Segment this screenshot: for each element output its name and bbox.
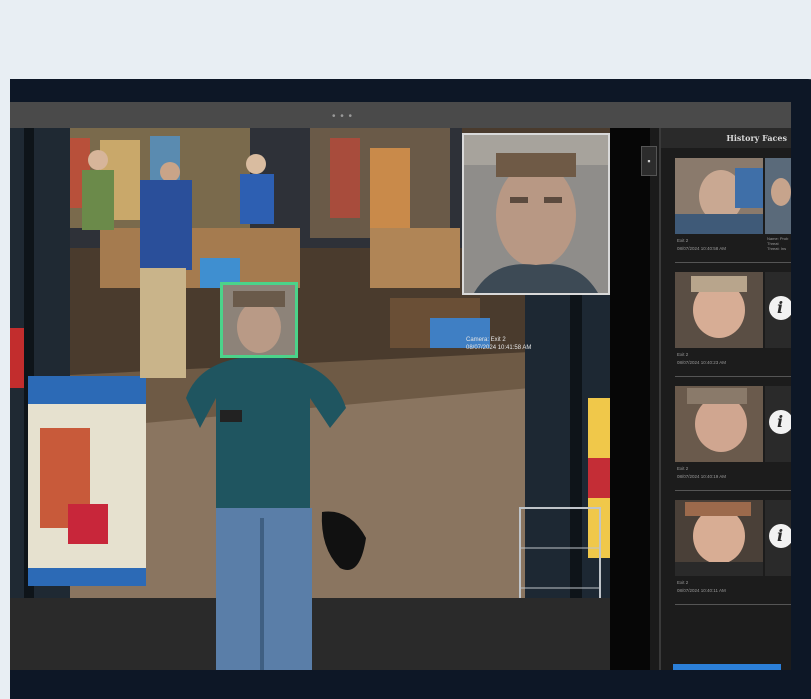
face-thumbnail — [675, 386, 763, 462]
camera-info-label: Camera: Exit 2 08/07/2024 10:41:58 AM — [466, 336, 531, 352]
face-thumbnail — [675, 272, 763, 348]
card-time: 08/07/2024 10:40:11 AM — [677, 588, 726, 593]
drag-handle-icon[interactable]: • • • — [332, 111, 353, 122]
panel-title: History Faces — [661, 128, 791, 148]
save-snapshot-button[interactable]: ▪ — [641, 146, 657, 176]
history-faces-panel: History Faces Name: Prob Threat Threat: … — [659, 128, 791, 670]
camera-video-feed[interactable]: Camera: Exit 2 08/07/2024 10:41:58 AM — [10, 128, 650, 670]
face-thumbnail — [675, 158, 763, 234]
card-divider — [675, 490, 791, 491]
detected-face-image — [223, 285, 295, 355]
matched-face-thumbnail — [765, 158, 791, 234]
card-time: 08/07/2024 10:40:58 AM — [677, 246, 727, 251]
card-camera: Exit 2 — [677, 238, 689, 243]
surveillance-app-screen: • • • Camera: Exit 2 08/07/2024 10:41:58… — [10, 102, 791, 670]
card-camera: Exit 2 — [677, 352, 689, 357]
logo-panel: i — [765, 272, 791, 348]
video-side-gap — [610, 128, 650, 670]
face-thumbnail — [675, 500, 763, 576]
history-face-card[interactable]: i Exit 2 08/07/2024 10:40:19 AM — [675, 386, 791, 494]
info-logo-icon: i — [769, 524, 791, 548]
face-detection-box[interactable] — [220, 282, 298, 358]
window-top-bar: • • • — [10, 102, 791, 128]
info-logo-icon: i — [769, 296, 791, 320]
history-face-card[interactable]: Name: Prob Threat Threat: Ins Exit 2 08/… — [675, 158, 791, 266]
panel-action-bar[interactable] — [673, 664, 781, 670]
card-divider — [675, 262, 791, 263]
camera-name: Camera: Exit 2 — [466, 337, 506, 343]
card-time: 08/07/2024 10:40:23 AM — [677, 360, 727, 365]
logo-panel: i — [765, 500, 791, 576]
save-icon: ▪ — [647, 156, 651, 166]
history-face-card[interactable]: i Exit 2 08/07/2024 10:40:23 AM — [675, 272, 791, 380]
card-camera: Exit 2 — [677, 580, 689, 585]
logo-panel: i — [765, 386, 791, 462]
history-face-card[interactable]: i Exit 2 08/07/2024 10:40:11 AM — [675, 500, 791, 608]
zoomed-face-image — [464, 135, 608, 293]
match-meta-text: Name: Prob Threat Threat: Ins — [767, 236, 789, 251]
card-camera: Exit 2 — [677, 466, 689, 471]
card-time: 08/07/2024 10:40:19 AM — [677, 474, 727, 479]
camera-timestamp: 08/07/2024 10:41:58 AM — [466, 345, 532, 351]
card-divider — [675, 376, 791, 377]
zoomed-face-preview[interactable] — [462, 133, 610, 295]
info-logo-icon: i — [769, 410, 791, 434]
card-divider — [675, 604, 791, 605]
